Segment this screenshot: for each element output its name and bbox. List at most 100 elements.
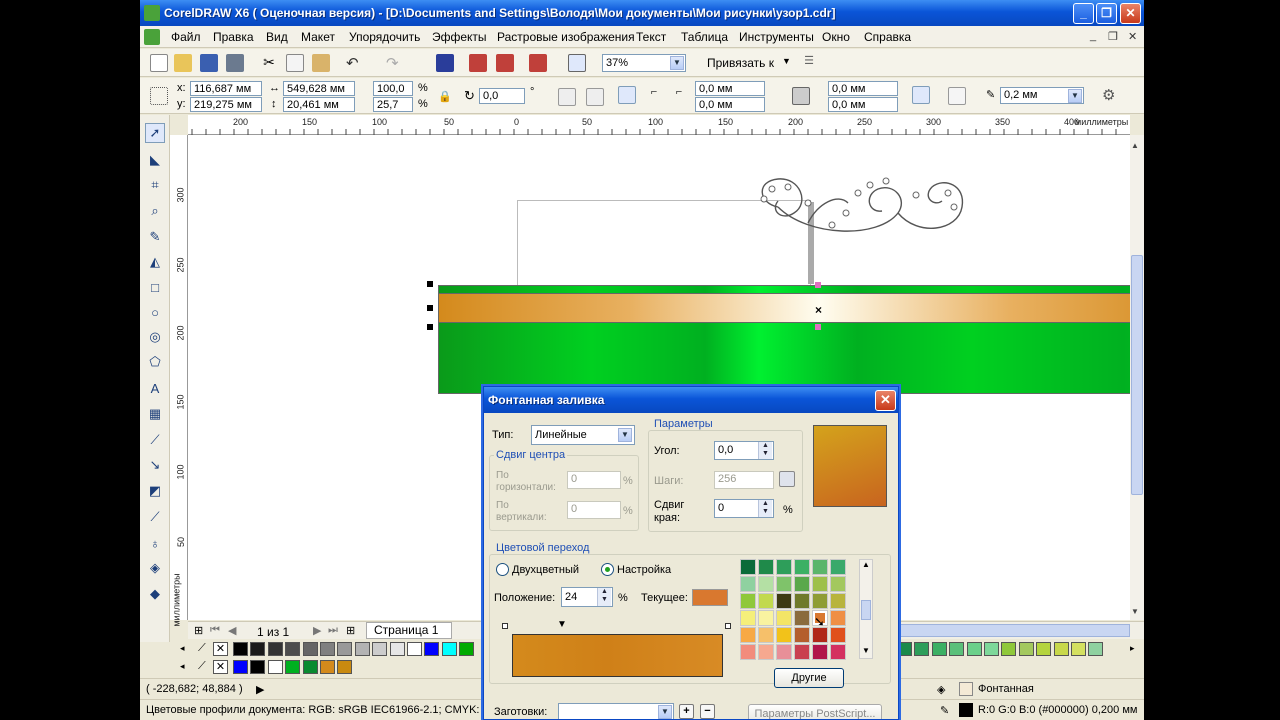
object-origin-icon[interactable] xyxy=(150,87,168,105)
palette-color-cell[interactable] xyxy=(830,610,846,626)
x-position-field[interactable]: 116,687 мм xyxy=(190,81,262,96)
palette-color-cell[interactable] xyxy=(812,576,828,592)
mirror-vertical-icon[interactable] xyxy=(586,88,604,106)
presets-select[interactable] xyxy=(558,703,674,719)
palette-color-cell[interactable] xyxy=(812,593,828,609)
palette-color-cell[interactable] xyxy=(776,576,792,592)
palette-color-cell[interactable] xyxy=(830,644,846,660)
palette-color-cell[interactable] xyxy=(794,644,810,660)
palette-color-cell[interactable] xyxy=(740,559,756,575)
minimize-button[interactable]: _ xyxy=(1073,3,1094,24)
table-tool-icon[interactable]: ▦ xyxy=(145,404,165,424)
palette-scroll-icon[interactable]: ◂ xyxy=(180,643,185,654)
palette-eyedropper-icon[interactable]: ⟋ xyxy=(198,642,206,655)
steps-lock-icon[interactable] xyxy=(779,471,795,487)
last-page-icon[interactable]: ⏭ xyxy=(328,624,338,637)
palette-color-cell[interactable] xyxy=(740,644,756,660)
add-preset-icon[interactable]: + xyxy=(679,704,694,719)
menu-help[interactable]: Справка xyxy=(864,30,911,44)
relative-corner-icon[interactable] xyxy=(912,86,930,104)
palette-swatch[interactable] xyxy=(372,642,388,656)
doc-palette-swatch[interactable] xyxy=(267,660,283,674)
palette-color-cell[interactable] xyxy=(740,593,756,609)
two-color-radio[interactable] xyxy=(496,563,509,576)
shape-tool-icon[interactable]: ◣ xyxy=(145,150,165,170)
first-page-icon[interactable]: ⏮ xyxy=(210,624,220,637)
palette-color-cell[interactable] xyxy=(830,559,846,575)
palette-swatch[interactable] xyxy=(966,642,982,656)
zoom-dropdown-arrow[interactable]: ▼ xyxy=(670,56,684,70)
y-position-field[interactable]: 219,275 мм xyxy=(190,97,262,112)
add-page-after-icon[interactable]: ⊞ xyxy=(346,624,355,637)
palette-color-cell[interactable] xyxy=(812,559,828,575)
options-icon[interactable]: ☰ xyxy=(800,54,818,72)
corner-top-right-field[interactable]: 0,0 мм xyxy=(828,81,898,96)
width-field[interactable]: 549,628 мм xyxy=(283,81,355,96)
palette-color-cell[interactable] xyxy=(830,627,846,643)
rotation-angle-field[interactable]: 0,0 xyxy=(479,88,525,104)
palette-grid-up-icon[interactable]: ▲ xyxy=(860,560,872,569)
palette-color-cell[interactable] xyxy=(776,627,792,643)
to-front-icon[interactable]: ⚙ xyxy=(1102,86,1115,104)
palette-color-cell[interactable] xyxy=(776,610,792,626)
next-page-icon[interactable]: ▶ xyxy=(313,624,321,637)
palette-swatch[interactable] xyxy=(459,642,475,656)
gradient-position-marker[interactable]: ▼ xyxy=(557,619,567,630)
new-icon[interactable] xyxy=(150,54,168,72)
palette-swatch[interactable] xyxy=(267,642,283,656)
others-button[interactable]: Другие xyxy=(774,668,844,688)
position-spinner[interactable]: ▲ ▼ xyxy=(597,588,611,606)
gradient-end-marker[interactable] xyxy=(725,623,731,629)
menu-view[interactable]: Вид xyxy=(266,30,288,44)
snap-to-button[interactable]: Привязать к xyxy=(707,56,774,70)
gradient-stripe[interactable] xyxy=(438,293,1130,323)
add-page-icon[interactable]: ⊞ xyxy=(194,624,203,637)
type-dropdown-arrow[interactable]: ▼ xyxy=(618,428,632,442)
gradient-bar[interactable] xyxy=(512,634,723,677)
text-tool-icon[interactable]: A xyxy=(145,378,165,398)
blend-tool-icon[interactable]: ◩ xyxy=(145,481,165,501)
import-icon[interactable] xyxy=(469,54,487,72)
pick-tool-icon[interactable]: ➚ xyxy=(145,123,165,143)
palette-color-cell[interactable] xyxy=(758,644,774,660)
save-icon[interactable] xyxy=(200,54,218,72)
vertical-scrollbar[interactable]: ▲ ▼ xyxy=(1130,135,1144,620)
undo-icon[interactable]: ↶ xyxy=(346,54,364,72)
palette-swatch[interactable] xyxy=(897,642,912,656)
palette-grid-thumb[interactable] xyxy=(861,600,871,620)
scroll-up-icon[interactable]: ▲ xyxy=(1131,141,1139,150)
menu-file[interactable]: Файл xyxy=(171,30,201,44)
snap-dropdown-icon[interactable]: ▼ xyxy=(782,56,791,66)
palette-swatch[interactable] xyxy=(949,642,965,656)
dimension-tool-icon[interactable]: ⟋ xyxy=(145,430,165,450)
palette-swatch[interactable] xyxy=(233,642,248,656)
crop-tool-icon[interactable]: ⌗ xyxy=(145,175,165,195)
scalloped-corner-icon[interactable]: ⌐ xyxy=(645,86,663,104)
current-color-swatch[interactable] xyxy=(692,589,728,606)
scale-x-field[interactable]: 100,0 xyxy=(373,81,413,96)
remove-preset-icon[interactable]: − xyxy=(700,704,715,719)
vertical-offset-field[interactable]: 0 xyxy=(567,501,621,519)
steps-field[interactable]: 256 xyxy=(714,471,774,489)
doc-palette-scroll-icon[interactable]: ◂ xyxy=(180,661,185,672)
postscript-options-button[interactable]: Параметры PostScript... xyxy=(748,704,882,719)
palette-color-cell[interactable] xyxy=(794,593,810,609)
palette-color-cell[interactable] xyxy=(830,576,846,592)
palette-swatch[interactable] xyxy=(1036,642,1052,656)
basic-shapes-tool-icon[interactable]: ⬠ xyxy=(145,352,165,372)
custom-radio[interactable] xyxy=(601,563,614,576)
palette-color-cell[interactable] xyxy=(794,559,810,575)
palette-swatch[interactable] xyxy=(354,642,370,656)
swirl-ornament[interactable] xyxy=(748,173,978,239)
palette-grid-down-icon[interactable]: ▼ xyxy=(862,646,870,655)
mdi-minimize-button[interactable]: _ xyxy=(1090,30,1096,42)
palette-color-cell[interactable] xyxy=(812,644,828,660)
close-button[interactable]: ✕ xyxy=(1120,3,1141,24)
lock-ratio-icon[interactable]: 🔒 xyxy=(438,90,452,103)
palette-color-cell[interactable] xyxy=(758,610,774,626)
no-fill-swatch[interactable]: ✕ xyxy=(213,642,228,656)
palette-swatch[interactable] xyxy=(1071,642,1086,656)
doc-palette-swatch[interactable] xyxy=(320,660,335,674)
menu-effects[interactable]: Эффекты xyxy=(432,30,487,44)
corner-bottom-left-field[interactable]: 0,0 мм xyxy=(695,97,765,112)
